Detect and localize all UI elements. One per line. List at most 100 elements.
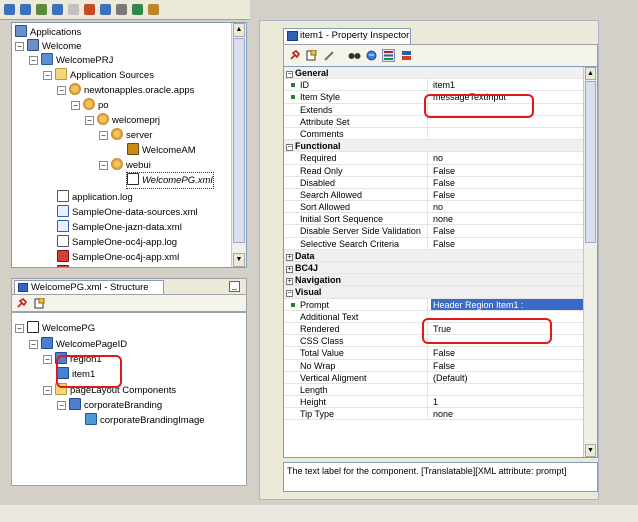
- scroll-up-arrow[interactable]: ▲: [585, 67, 596, 80]
- tree-node[interactable]: item1: [57, 367, 95, 382]
- toolbar-icon[interactable]: [148, 4, 159, 15]
- property-row[interactable]: Selective Search Criteria False: [284, 237, 585, 250]
- collapse-icon[interactable]: −: [286, 71, 293, 78]
- expand-toggle-icon[interactable]: −: [43, 386, 52, 395]
- tree-node[interactable]: − pageLayout Components: [43, 383, 176, 398]
- tree-node[interactable]: SampleOne-oc4j-app.xml: [57, 250, 179, 265]
- tree-node[interactable]: − corporateBranding: [57, 398, 162, 413]
- property-row[interactable]: Sort Allowed no: [284, 201, 585, 214]
- tree-node[interactable]: SampleOne-data-sources.xml: [57, 205, 198, 220]
- property-value[interactable]: (Default): [431, 372, 585, 383]
- pin-icon[interactable]: [16, 297, 28, 309]
- expand-icon[interactable]: +: [286, 278, 293, 286]
- property-category[interactable]: + Navigation: [284, 274, 585, 287]
- tree-node[interactable]: − region1: [43, 352, 102, 367]
- property-value[interactable]: none: [431, 408, 585, 419]
- minimize-button[interactable]: _: [229, 281, 240, 292]
- tree-node[interactable]: − po: [71, 98, 109, 113]
- tree-node[interactable]: − welcomeprj: [85, 113, 160, 128]
- property-value[interactable]: 1: [431, 396, 585, 407]
- expand-icon[interactable]: +: [286, 253, 293, 261]
- property-scrollbar[interactable]: ▲ ▼: [583, 67, 597, 457]
- toolbar-icon[interactable]: [4, 4, 15, 15]
- property-row[interactable]: Search Allowed False: [284, 188, 585, 202]
- tree-node[interactable]: WelcomeAM: [127, 143, 196, 158]
- property-category[interactable]: − General: [284, 67, 585, 80]
- scroll-up-arrow[interactable]: ▲: [233, 23, 245, 37]
- tree-node[interactable]: application.log: [57, 190, 133, 205]
- property-inspector-tab[interactable]: item1 - Property Inspector: [283, 28, 411, 44]
- property-row[interactable]: CSS Class: [284, 335, 585, 348]
- property-row[interactable]: Length: [284, 383, 585, 397]
- tree-node[interactable]: SampleOne-jazn-data.xml: [57, 220, 182, 235]
- tree-node[interactable]: Welcome-oc4j-app.xml: [57, 265, 168, 267]
- property-value[interactable]: [431, 104, 585, 115]
- categorize-icon[interactable]: [382, 49, 395, 62]
- property-value[interactable]: [431, 116, 585, 127]
- expand-toggle-icon[interactable]: −: [99, 131, 108, 140]
- tree-node[interactable]: − Welcome: [15, 39, 81, 54]
- property-row[interactable]: Rendered True: [284, 322, 585, 336]
- pin-icon[interactable]: [289, 49, 301, 61]
- property-value[interactable]: [431, 311, 585, 322]
- property-row[interactable]: Initial Sort Sequence none: [284, 213, 585, 226]
- property-row[interactable]: Item Style messageTextInput: [284, 91, 585, 104]
- property-value[interactable]: messageTextInput: [431, 91, 585, 102]
- property-row[interactable]: Vertical Aligment (Default): [284, 371, 585, 384]
- property-value[interactable]: False: [431, 189, 585, 200]
- property-row[interactable]: Extends: [284, 103, 585, 116]
- pencil-icon[interactable]: [324, 50, 335, 61]
- tree-node[interactable]: WelcomePG.xml: [126, 172, 214, 189]
- property-row[interactable]: Tip Type none: [284, 408, 585, 421]
- expand-icon[interactable]: +: [286, 266, 293, 273]
- expand-toggle-icon[interactable]: −: [15, 42, 24, 51]
- toolbar-icon[interactable]: [100, 4, 111, 15]
- property-row[interactable]: Comments: [284, 127, 585, 141]
- expand-toggle-icon[interactable]: −: [43, 355, 52, 364]
- toolbar-icon[interactable]: [52, 4, 63, 15]
- toolbar-icon[interactable]: [20, 4, 31, 15]
- toolbar-icon[interactable]: [84, 4, 95, 15]
- properties-icon[interactable]: [34, 297, 45, 309]
- expand-toggle-icon[interactable]: −: [85, 116, 94, 125]
- refresh-icon[interactable]: [366, 50, 377, 61]
- edit-icon[interactable]: [306, 49, 317, 61]
- property-value[interactable]: [431, 335, 585, 346]
- toolbar-icon[interactable]: [36, 4, 47, 15]
- property-row[interactable]: Read Only False: [284, 164, 585, 177]
- property-row[interactable]: Disabled False: [284, 176, 585, 189]
- expand-toggle-icon[interactable]: −: [71, 101, 80, 110]
- toolbar-icon[interactable]: [132, 4, 143, 15]
- property-value[interactable]: Header Region Item1 :: [431, 298, 585, 310]
- expand-toggle-icon[interactable]: −: [43, 71, 52, 80]
- property-value[interactable]: False: [431, 225, 585, 236]
- property-category[interactable]: − Functional: [284, 140, 585, 153]
- property-row[interactable]: Disable Server Side Validation False: [284, 225, 585, 238]
- structure-tab[interactable]: WelcomePG.xml - Structure: [14, 280, 164, 295]
- toolbar-icon[interactable]: [116, 4, 127, 15]
- scroll-down-arrow[interactable]: ▼: [585, 444, 596, 457]
- tree-node[interactable]: − server: [99, 128, 152, 143]
- property-value[interactable]: False: [431, 347, 585, 358]
- property-category[interactable]: − Visual: [284, 286, 585, 299]
- property-row[interactable]: Required no: [284, 152, 585, 165]
- expand-toggle-icon[interactable]: −: [57, 86, 66, 95]
- property-value[interactable]: False: [431, 177, 585, 188]
- expand-toggle-icon[interactable]: −: [57, 401, 66, 410]
- property-value[interactable]: none: [431, 213, 585, 224]
- sort-icon[interactable]: [401, 50, 412, 61]
- property-row[interactable]: Height 1: [284, 396, 585, 409]
- tree-node[interactable]: corporateBrandingImage: [85, 413, 205, 428]
- expand-toggle-icon[interactable]: −: [29, 340, 38, 349]
- scroll-down-arrow[interactable]: ▼: [233, 253, 245, 267]
- property-value[interactable]: [431, 384, 585, 395]
- property-value[interactable]: False: [431, 238, 585, 249]
- collapse-icon[interactable]: −: [286, 290, 293, 298]
- toolbar-icon[interactable]: [68, 4, 79, 15]
- property-value[interactable]: item1: [431, 79, 585, 90]
- property-value[interactable]: False: [431, 165, 585, 176]
- property-category[interactable]: + Data: [284, 249, 585, 262]
- navigator-scrollbar[interactable]: ▲ ▼: [231, 23, 246, 267]
- expand-toggle-icon[interactable]: −: [15, 324, 24, 333]
- tree-node[interactable]: Applications: [15, 25, 81, 40]
